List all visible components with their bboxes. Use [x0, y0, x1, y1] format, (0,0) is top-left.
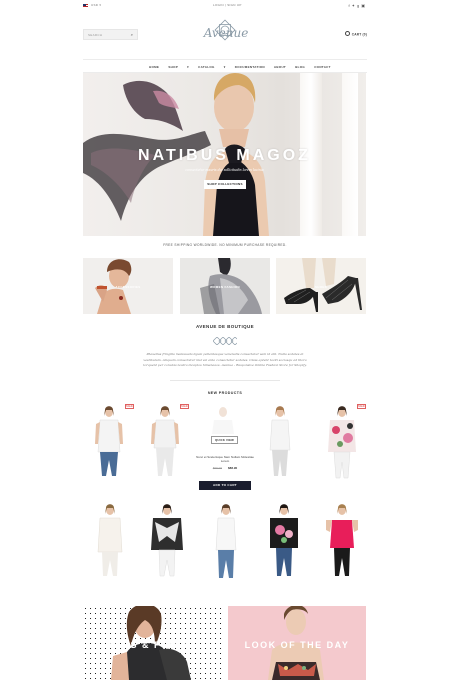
product-card[interactable]: SALE [320, 404, 366, 490]
about-title: AVENUE DE BOUTIQUE [195, 324, 255, 329]
sale-price: $88.90 [228, 466, 238, 470]
new-products-title: NEW PRODUCTS [207, 391, 243, 395]
product-image [328, 406, 356, 479]
product-card-featured[interactable] [201, 404, 247, 434]
search-placeholder: SEARCH [88, 33, 103, 37]
signup-link[interactable]: SIGN UP [227, 3, 241, 7]
product-card[interactable]: SALE [143, 404, 189, 490]
nav-item-about[interactable]: ABOUT [274, 65, 286, 69]
old-price: $99.00 [212, 466, 222, 470]
site-header: SEARCH ⌕ Avenue CART (0) [83, 18, 367, 58]
product-card[interactable] [262, 502, 308, 588]
sale-badge: SALE [125, 404, 134, 409]
product-card[interactable] [320, 502, 366, 588]
main-navigation: HOME SHOP ▾ CATALOG ▾ DOCUMENTATION ABOU… [83, 59, 367, 73]
nav-item-blog[interactable]: BLOG [295, 65, 305, 69]
category-label: ACCESSORIES [115, 285, 141, 289]
ornament-divider-icon [213, 337, 237, 345]
currency-selector[interactable]: USD ▾ [91, 3, 101, 7]
quick-view-button[interactable]: QUICK VIEW [211, 436, 238, 444]
about-text: Phasellus fringilla malesuada ligula pel… [143, 352, 307, 368]
product-image [95, 406, 123, 476]
product-image [270, 504, 298, 576]
banner-label: BAGS & PURSES [105, 640, 200, 650]
nav-item-catalog[interactable]: CATALOG ▾ [198, 65, 225, 69]
us-flag-icon[interactable] [83, 4, 88, 8]
nav-item-documentation[interactable]: DOCUMENTATION [235, 65, 265, 69]
search-input[interactable]: SEARCH ⌕ [83, 29, 138, 40]
product-image [151, 504, 183, 577]
sale-badge: SALE [180, 404, 189, 409]
top-bar: USD ▾ LOGIN | SIGN UP f✦g▣ [83, 3, 367, 11]
product-image [269, 406, 291, 476]
shop-collections-button[interactable]: SHOP COLLECTIONS [204, 180, 246, 189]
category-tile-shoes[interactable]: SHOES [276, 258, 366, 314]
section-divider [170, 380, 280, 381]
nav-item-shop-label: SHOP [168, 64, 179, 69]
product-image [97, 504, 123, 576]
hero-title: NATIBUS MAGOZ [138, 147, 311, 164]
category-tile-accessories[interactable]: ACCESSORIES [83, 258, 173, 314]
instagram-icon[interactable]: ▣ [361, 3, 367, 8]
banner-bags-purses[interactable]: BAGS & PURSES [83, 606, 223, 680]
category-label: WOMEN FASHION [210, 285, 240, 289]
social-links: f✦g▣ [349, 3, 368, 8]
category-label: SHOES [314, 285, 327, 289]
login-link[interactable]: LOGIN [213, 3, 224, 7]
hero-slideshow: NATIBUS MAGOZ consectetur mauris dui sol… [83, 73, 366, 236]
banner-label: LOOK OF THE DAY [244, 640, 350, 650]
product-image [326, 504, 358, 576]
product-card[interactable]: SALE [88, 404, 134, 490]
nav-item-home[interactable]: HOME [149, 65, 159, 69]
logo-wordmark: Avenue [203, 26, 249, 40]
sale-badge: SALE [357, 404, 366, 409]
cart-link[interactable]: CART (0) [345, 31, 367, 37]
product-image [212, 407, 234, 434]
hero-subtitle: consectetur mauris dui sollicitudin lore… [185, 168, 264, 172]
product-price: $99.00 $88.90 [196, 466, 254, 470]
nav-item-contact[interactable]: CONTACT [314, 65, 331, 69]
nav-item-catalog-label: CATALOG [198, 64, 215, 69]
product-card[interactable] [88, 502, 134, 588]
account-links: LOGIN | SIGN UP [213, 3, 242, 7]
product-card[interactable] [258, 404, 304, 490]
product-name[interactable]: Nunc et Scelerisque Nam Nullam Molestiae… [196, 455, 254, 464]
product-card[interactable] [204, 502, 250, 588]
add-to-cart-button[interactable]: ADD TO CART [199, 481, 251, 490]
banner-look-of-the-day[interactable]: LOOK OF THE DAY [228, 606, 366, 680]
currency-label: USD [91, 3, 99, 7]
nav-item-shop[interactable]: SHOP ▾ [168, 65, 189, 69]
category-tile-women-fashion[interactable]: WOMEN FASHION [180, 258, 270, 314]
search-icon[interactable]: ⌕ [131, 32, 133, 37]
product-image [151, 406, 179, 476]
product-image [215, 504, 237, 578]
shipping-notice: FREE SHIPPING WORLDWIDE. NO MINIMUM PURC… [163, 243, 287, 247]
product-card[interactable] [145, 502, 191, 588]
site-logo[interactable]: Avenue [195, 18, 257, 44]
